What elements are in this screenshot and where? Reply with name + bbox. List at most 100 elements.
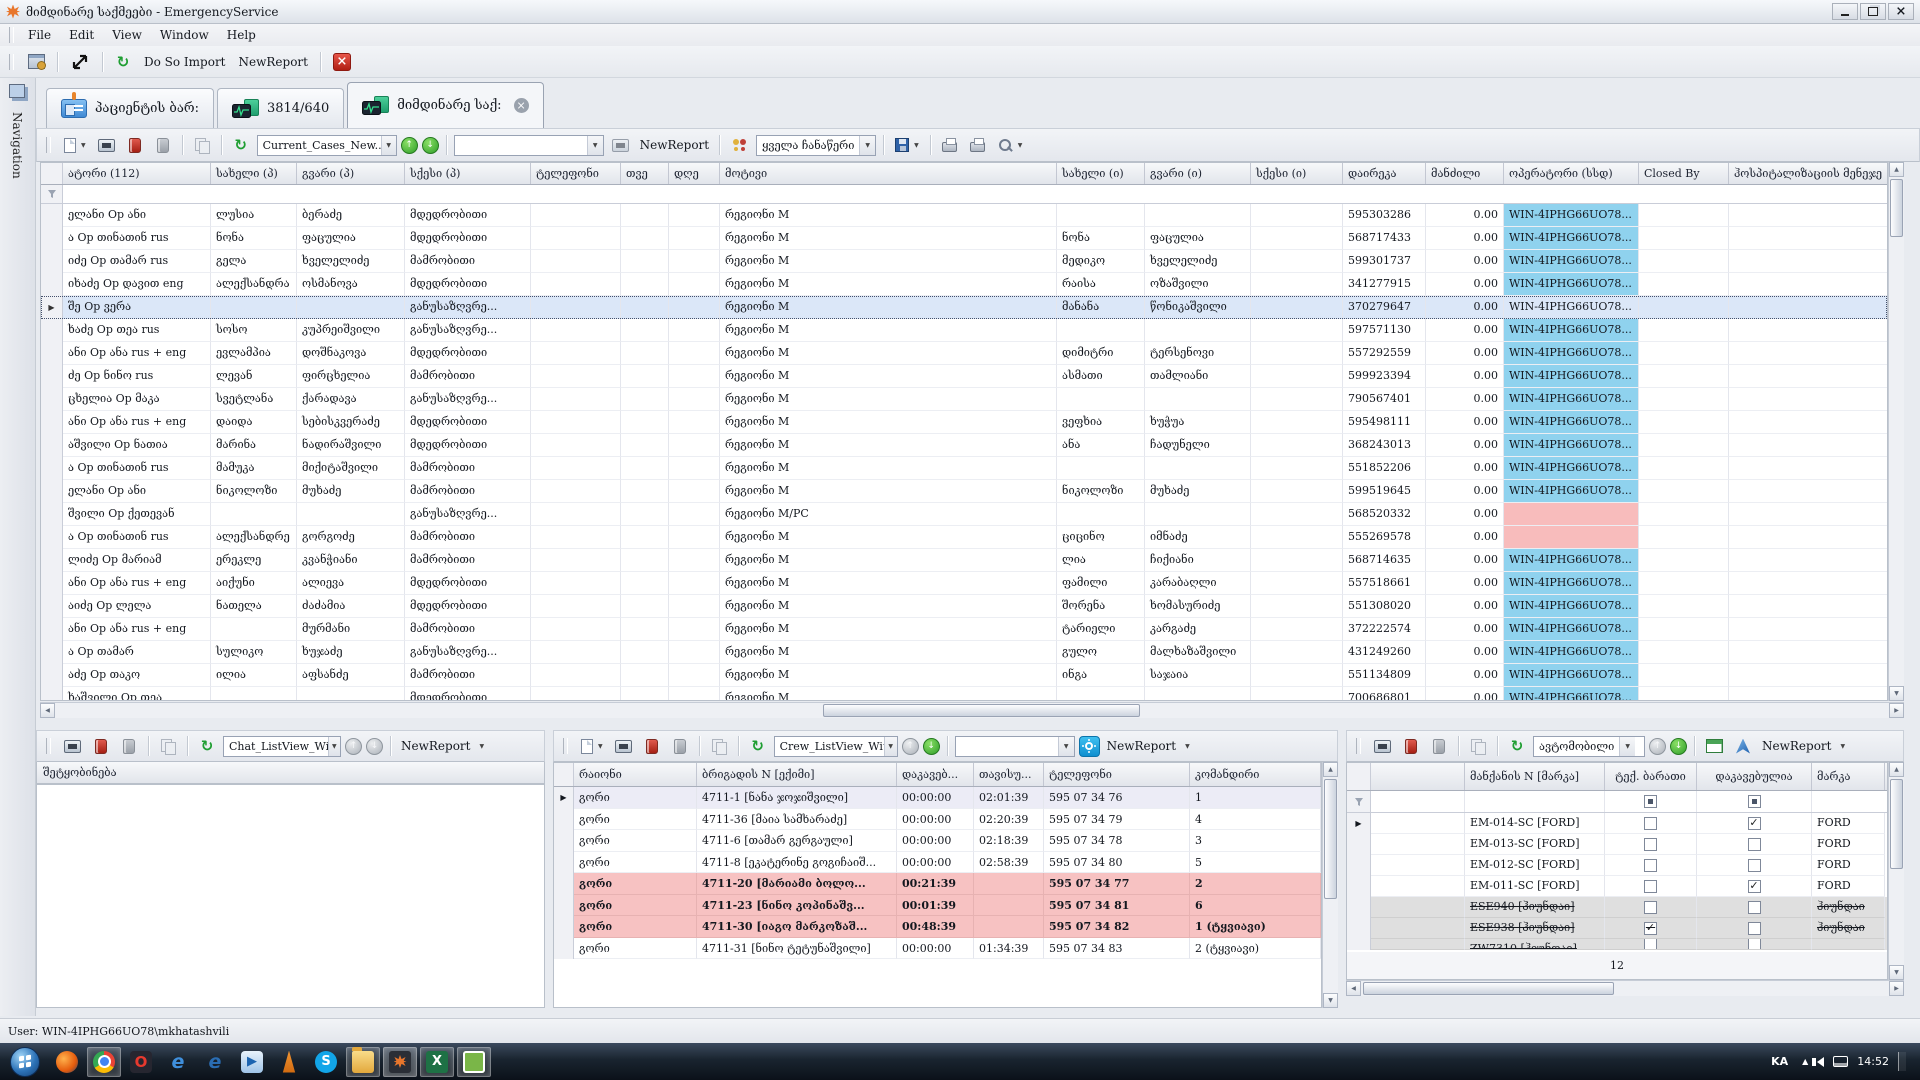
table-row[interactable]: ხაშვილი Op თეა მდედრობითი რეგიონი M 7006… — [41, 687, 1887, 701]
table-row[interactable]: გორი 4711-36 [მაია სამხარაძე] 00:00:00 0… — [554, 809, 1321, 831]
table-row[interactable]: EM-011-SC [FORD] FORD — [1347, 876, 1887, 897]
checkbox[interactable] — [1644, 901, 1657, 914]
emergency[interactable] — [383, 1047, 417, 1077]
table-row[interactable]: ▶ გორი 4711-1 [ნანა ჯოჯიშვილი] 00:00:00 … — [554, 787, 1321, 809]
column-header[interactable]: თვე — [621, 163, 669, 184]
copy-button[interactable] — [156, 734, 180, 758]
column-header[interactable]: ატორი (112) — [63, 163, 211, 184]
checkbox[interactable] — [1748, 880, 1761, 893]
table-row[interactable]: EM-013-SC [FORD] FORD — [1347, 834, 1887, 855]
restore-button[interactable] — [1860, 3, 1886, 20]
table-row[interactable]: ა Op თინათინ rus მამუკა მიქიტაშვილი მამრ… — [41, 457, 1887, 480]
checkbox[interactable] — [1644, 817, 1657, 830]
cases-horizontal-scrollbar[interactable]: ◀ ▶ — [40, 702, 1904, 718]
column-header[interactable]: დაკავებულია — [1697, 763, 1812, 790]
checkbox[interactable] — [1644, 880, 1657, 893]
table-row[interactable]: EM-012-SC [FORD] FORD — [1347, 855, 1887, 876]
chrome[interactable] — [87, 1047, 121, 1077]
filter-row[interactable] — [1347, 791, 1887, 813]
table-row[interactable]: ESE938 [ჰიუნდაი] ჰიუნდაი — [1347, 918, 1887, 939]
checkbox[interactable] — [1644, 838, 1657, 851]
table-row[interactable]: იძე Op თამარ rus გელა ხველელიძე მამრობით… — [41, 250, 1887, 273]
do-so-import-button[interactable]: Do So Import — [140, 50, 230, 74]
refresh-button[interactable]: ↻ — [111, 50, 135, 74]
table-row[interactable]: ▶ შე Op ვერა განუსაზღვრე... რეგიონი M მა… — [41, 296, 1887, 319]
column-header[interactable]: ოპერატორი (სსდ) — [1504, 163, 1639, 184]
export-button[interactable]: ▼ — [891, 133, 923, 157]
table-row[interactable]: გორი 4711-6 [თამარ გერგაული] 00:00:00 02… — [554, 830, 1321, 852]
monitor-button[interactable] — [94, 133, 119, 157]
close-view-button[interactable] — [329, 50, 355, 74]
column-header[interactable]: გვარი (პ) — [297, 163, 405, 184]
column-header[interactable]: თავისუ... — [974, 763, 1044, 786]
filter-row[interactable] — [41, 185, 1887, 204]
table-row[interactable]: ანი Op ანა rus + eng ევლამპია დოშნაკოვა … — [41, 342, 1887, 365]
view-combo[interactable]: Chat_ListView_With...▼ — [223, 736, 341, 757]
folder[interactable] — [346, 1047, 380, 1077]
language-indicator[interactable]: KA — [1766, 1052, 1793, 1071]
page-number[interactable]: 12 — [1610, 959, 1624, 972]
table-row[interactable]: გორი 4711-31 [ნინო ტეტუნაშვილი] 00:00:00… — [554, 938, 1321, 960]
tray-expand-icon[interactable]: ▲ — [1802, 1057, 1808, 1066]
table-row[interactable]: ESE940 [ჰიუნდაი] ჰიუნდაი — [1347, 897, 1887, 918]
table-row[interactable]: აიძე Op ლელა ნათელა ძაძამია მდედრობითი რ… — [41, 595, 1887, 618]
column-header[interactable]: მარკა — [1812, 763, 1885, 790]
checkbox[interactable] — [1748, 901, 1761, 914]
expand-button[interactable] — [66, 50, 94, 74]
checkbox[interactable] — [1748, 817, 1761, 830]
refresh-grid-button[interactable]: ↻ — [746, 734, 770, 758]
start-button[interactable] — [10, 1047, 40, 1077]
monitor-button[interactable] — [611, 734, 636, 758]
minimize-button[interactable] — [1832, 3, 1858, 20]
column-header[interactable]: მანძილი — [1426, 163, 1504, 184]
table-row[interactable]: შვილი Op ქეთევან განუსაზღვრე... რეგიონი … — [41, 503, 1887, 526]
red-book-button[interactable] — [640, 734, 664, 758]
vehicles-pager[interactable]: 12 — [1346, 952, 1888, 980]
next-record-button[interactable]: ↓ — [422, 137, 439, 154]
table-row[interactable]: აშვილი Op ნათია მარინა ნადირაშვილი მდედრ… — [41, 434, 1887, 457]
table-row[interactable]: ანი Op ანა rus + eng მურმანი მამრობითი რ… — [41, 618, 1887, 641]
column-header[interactable]: ჰოსპიტალიზაციის მენეჯე — [1729, 163, 1888, 184]
table-row[interactable]: გორი 4711-20 [მარიამი ბოლო... 00:21:39 5… — [554, 873, 1321, 895]
column-header[interactable]: გვარი (ი) — [1145, 163, 1251, 184]
cases-vertical-scrollbar[interactable]: ▲ ▼ — [1888, 162, 1904, 701]
column-header[interactable] — [1371, 763, 1465, 790]
wmedia[interactable]: ▶ — [235, 1047, 269, 1077]
column-header[interactable]: სახელი (ი) — [1057, 163, 1145, 184]
close-button[interactable] — [1888, 3, 1914, 20]
search-button[interactable]: ▼ — [994, 133, 1027, 157]
checkbox[interactable] — [1644, 922, 1657, 935]
print-settings-button[interactable] — [938, 133, 962, 157]
excel[interactable]: X — [420, 1047, 454, 1077]
table-row[interactable]: ▶ EM-014-SC [FORD] FORD — [1347, 813, 1887, 834]
table-row[interactable]: ანი Op ანა rus + eng აიქუნი ალიევა მდედრ… — [41, 572, 1887, 595]
new-report-button[interactable]: NewReport — [1759, 739, 1834, 753]
checkbox[interactable] — [1748, 922, 1761, 935]
show-desktop-button[interactable] — [1898, 1052, 1906, 1071]
ie2[interactable]: e — [198, 1047, 232, 1077]
checkbox[interactable] — [1748, 838, 1761, 851]
table-row[interactable]: ა Op თინათინ rus ალექსანდრე გორგოძე მამრ… — [41, 526, 1887, 549]
opera[interactable]: O — [124, 1047, 158, 1077]
table-row[interactable]: ლიძე Op მარიამ ერეკლე კვანჭიანი მამრობით… — [41, 549, 1887, 572]
red-book-button[interactable] — [123, 133, 147, 157]
column-header[interactable]: ტელეფონი — [1044, 763, 1190, 786]
table-row[interactable]: ანი Op ანა rus + eng დაიდა სებისკვერაძე … — [41, 411, 1887, 434]
column-header[interactable]: ბრიგადის N [ექიმი] — [697, 763, 897, 786]
menu-item[interactable]: Edit — [60, 26, 103, 44]
filter-checkbox[interactable] — [1748, 795, 1761, 808]
new-button[interactable]: ▼ — [577, 734, 607, 758]
new-report-button[interactable]: NewReport — [398, 739, 473, 753]
table-view-button[interactable] — [1702, 734, 1727, 758]
table-row[interactable]: ZW7310 [ჰიუნდაი] — [1347, 939, 1887, 950]
tab-current-cases[interactable]: მიმდინარე საქ: — [347, 82, 543, 128]
column-header[interactable]: სახელი (პ) — [211, 163, 297, 184]
prev-record-button[interactable]: ↑ — [401, 137, 418, 154]
table-row[interactable]: ა Op თამარ სულიკო ხუჯაძე განუსაზღვრე... … — [41, 641, 1887, 664]
tab-patient-card[interactable]: პაციენტის ბარ: — [46, 88, 214, 128]
copy-button[interactable] — [707, 734, 731, 758]
column-header[interactable]: ტექ. ბარათი — [1605, 763, 1697, 790]
refresh-grid-button[interactable]: ↻ — [229, 133, 253, 157]
column-header[interactable]: შეტყობინება — [43, 766, 117, 779]
table-row[interactable]: გორი 4711-30 [იაგო მარკოზაშ... 00:48:39 … — [554, 916, 1321, 938]
